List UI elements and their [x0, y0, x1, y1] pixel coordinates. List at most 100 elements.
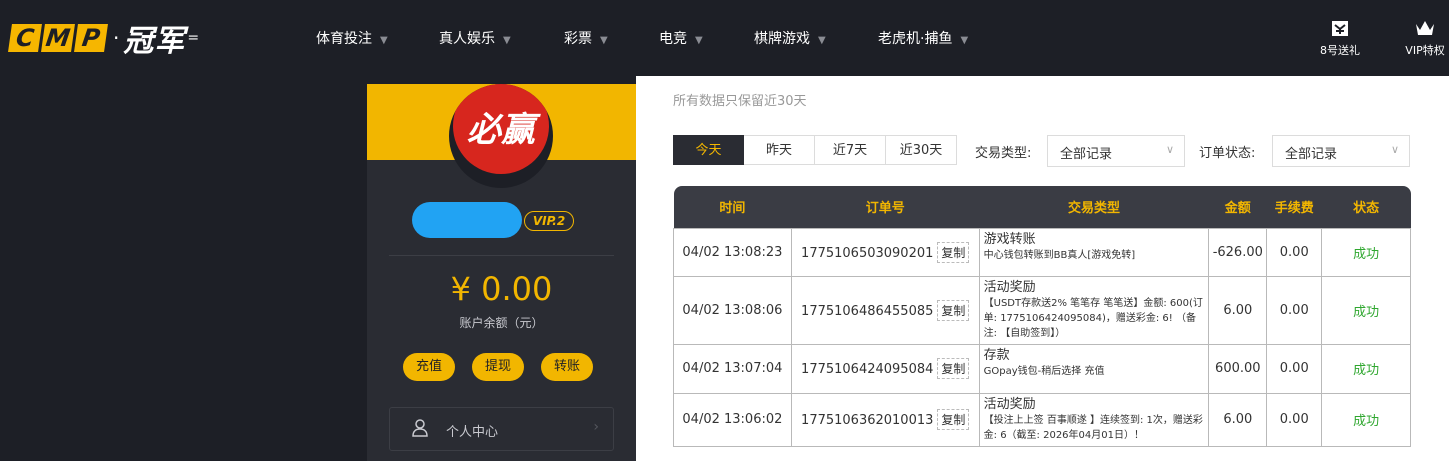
cell-amount: 600.00 — [1208, 343, 1268, 394]
status-badge: 成功 — [1321, 275, 1411, 345]
cell-time: 04/02 13:08:06 — [673, 275, 792, 345]
chevron-down-icon: ▼ — [960, 35, 969, 46]
column-header-status: 状态 — [1321, 186, 1411, 228]
tab-yesterday[interactable]: 昨天 — [744, 135, 815, 165]
type-title: 活动奖励 — [983, 396, 1036, 412]
deposit-button[interactable]: 充值 — [403, 353, 455, 381]
cell-type: 活动奖励【投注上上签 百事顺遂 】连续签到: 1次，赠送彩金: 6（截至: 20… — [978, 392, 1210, 447]
column-header-fee: 手续费 — [1266, 186, 1322, 228]
username-redacted — [412, 202, 522, 238]
cell-fee: 0.00 — [1266, 227, 1323, 277]
cell-fee: 0.00 — [1266, 343, 1323, 394]
status-badge: 成功 — [1321, 343, 1411, 394]
chevron-down-icon: ▼ — [695, 35, 703, 46]
order-status-select[interactable]: 全部记录 ∨ — [1272, 135, 1410, 167]
cell-type: 活动奖励 【USDT存款送2% 笔笔存 笔笔送】金额: 600(订单: 17751… — [978, 275, 1210, 345]
tab-today[interactable]: 今天 — [673, 135, 744, 165]
cell-time: 04/02 13:06:02 — [673, 392, 792, 447]
nav-item-lottery[interactable]: 彩票 ▼ — [564, 28, 608, 48]
column-header-type: 交易类型 — [979, 186, 1209, 228]
cell-time: 04/02 13:08:23 — [673, 227, 792, 277]
tx-type-label: 交易类型: — [975, 146, 1032, 161]
table-header-row: 时间 订单号 交易类型 金额 手续费 状态 — [673, 186, 1411, 228]
column-header-amount: 金额 — [1208, 186, 1267, 228]
logo-chinese-text: 冠军 — [123, 24, 186, 59]
chevron-down-icon: ∨ — [1165, 143, 1174, 156]
tab-last-7-days[interactable]: 近7天 — [815, 135, 886, 165]
vip-link[interactable]: VIP特权 — [1400, 18, 1449, 58]
avatar-logo: 必赢 — [453, 84, 549, 174]
type-title: 游戏转账 — [983, 231, 1036, 247]
tx-type-select[interactable]: 全部记录 ∨ — [1047, 135, 1185, 167]
nav-item-label: 老虎机·捕鱼 — [878, 31, 953, 47]
transaction-records-panel: 所有数据只保留近30天 今天 昨天 近7天 近30天 交易类型: 全部记录 ∨ … — [636, 76, 1449, 461]
logo-letter: C — [8, 24, 42, 52]
sidebar-divider — [389, 255, 614, 256]
logo-separator: · — [113, 26, 120, 50]
sidebar-item-personal-center[interactable]: 个人中心 › — [389, 407, 614, 451]
logo-tail-mark: = — [187, 30, 200, 46]
nav-item-esports[interactable]: 电竞 ▼ — [659, 28, 703, 48]
table-row: 04/02 13:08:23 1775106503090201 复制 游戏转账 中心… — [673, 227, 1411, 277]
site-logo[interactable]: C M P · 冠军 = — [8, 22, 200, 59]
table-row: 04/02 13:08:06 1775106486455085 复制 活动奖励 【U… — [673, 275, 1411, 345]
chevron-down-icon: ▼ — [503, 35, 511, 46]
top-navigation-bar: C M P · 冠军 = 体育投注 ▼ 真人娱乐 ▼ 彩票 ▼ 电竞 ▼ 棋牌游戏 ▼ 老… — [0, 0, 1449, 76]
gift-link[interactable]: 8号送礼 — [1312, 18, 1368, 58]
tab-last-30-days[interactable]: 近30天 — [886, 135, 957, 165]
type-title: 活动奖励 — [983, 279, 1036, 295]
logo-letter: P — [74, 24, 108, 52]
withdraw-button[interactable]: 提现 — [472, 353, 524, 381]
order-number: 1775106503090201 — [801, 245, 934, 261]
chevron-down-icon: ▼ — [380, 35, 388, 46]
vip-label: VIP特权 — [1405, 44, 1445, 57]
copy-button[interactable]: 复制 — [937, 299, 970, 321]
date-range-tabs: 今天 昨天 近7天 近30天 — [673, 135, 957, 165]
order-number: 1775106486455085 — [801, 303, 934, 319]
column-header-order: 订单号 — [791, 186, 980, 228]
cell-amount: 6.00 — [1208, 392, 1268, 447]
order-status-label: 订单状态: — [1199, 146, 1256, 161]
type-desc: GOpay钱包-稍后选择 充值 — [983, 365, 1105, 377]
table-row: 04/02 13:06:02 1775106362010013 复制 活动奖励【投… — [673, 392, 1411, 447]
cell-order: 1775106486455085 复制 — [790, 275, 980, 345]
cell-type: 存款 GOpay钱包-稍后选择 充值 — [978, 343, 1210, 394]
cell-time: 04/02 13:07:04 — [673, 343, 792, 394]
copy-button[interactable]: 复制 — [937, 409, 970, 430]
cell-amount: 6.00 — [1208, 275, 1268, 345]
cell-order: 1775106503090201 复制 — [790, 227, 980, 277]
nav-item-sports[interactable]: 体育投注 ▼ — [316, 28, 388, 48]
account-sidebar: 必赢 VIP.2 ¥ 0.00 账户余额（元） 充值 提现 转账 个人中心 › — [367, 84, 636, 461]
gift-label: 8号送礼 — [1320, 44, 1360, 57]
nav-item-live-casino[interactable]: 真人娱乐 ▼ — [439, 28, 511, 48]
nav-item-card-games[interactable]: 棋牌游戏 ▼ — [754, 28, 826, 48]
nav-item-label: 棋牌游戏 — [754, 31, 810, 47]
cell-amount: -626.00 — [1208, 227, 1268, 277]
account-balance: ¥ 0.00 — [450, 270, 553, 308]
cell-type: 游戏转账 中心钱包转账到BB真人[游戏免转] — [978, 227, 1210, 277]
type-title: 存款 — [983, 347, 1010, 363]
transfer-button[interactable]: 转账 — [541, 353, 593, 381]
chevron-down-icon: ∨ — [1390, 143, 1399, 156]
copy-button[interactable]: 复制 — [937, 241, 970, 263]
transactions-table: 时间 订单号 交易类型 金额 手续费 状态 04/02 13:08:23 177… — [673, 186, 1411, 447]
retention-notice: 所有数据只保留近30天 — [673, 94, 807, 109]
column-header-time: 时间 — [673, 186, 792, 228]
order-number: 1775106362010013 — [801, 413, 934, 428]
copy-button[interactable]: 复制 — [937, 358, 970, 379]
gift-icon — [1312, 18, 1368, 42]
table-row: 04/02 13:07:04 1775106424095084 复制 存款 GOpa… — [673, 343, 1411, 394]
nav-item-slots-fishing[interactable]: 老虎机·捕鱼 ▼ — [878, 28, 968, 48]
balance-label: 账户余额（元） — [459, 316, 544, 330]
vip-level-badge: VIP.2 — [524, 211, 574, 231]
chevron-right-icon: › — [593, 419, 599, 435]
nav-item-label: 真人娱乐 — [439, 31, 495, 47]
user-icon — [412, 419, 428, 437]
type-desc: 【投注上上签 百事顺遂 】连续签到: 1次，赠送彩金: 6（截至: 2026年0… — [983, 414, 1203, 441]
tx-type-value: 全部记录 — [1060, 147, 1113, 162]
status-badge: 成功 — [1321, 392, 1411, 447]
cell-fee: 0.00 — [1266, 392, 1323, 447]
avatar[interactable]: 必赢 — [449, 84, 553, 188]
nav-item-label: 体育投注 — [316, 31, 372, 47]
cell-fee: 0.00 — [1266, 275, 1323, 345]
